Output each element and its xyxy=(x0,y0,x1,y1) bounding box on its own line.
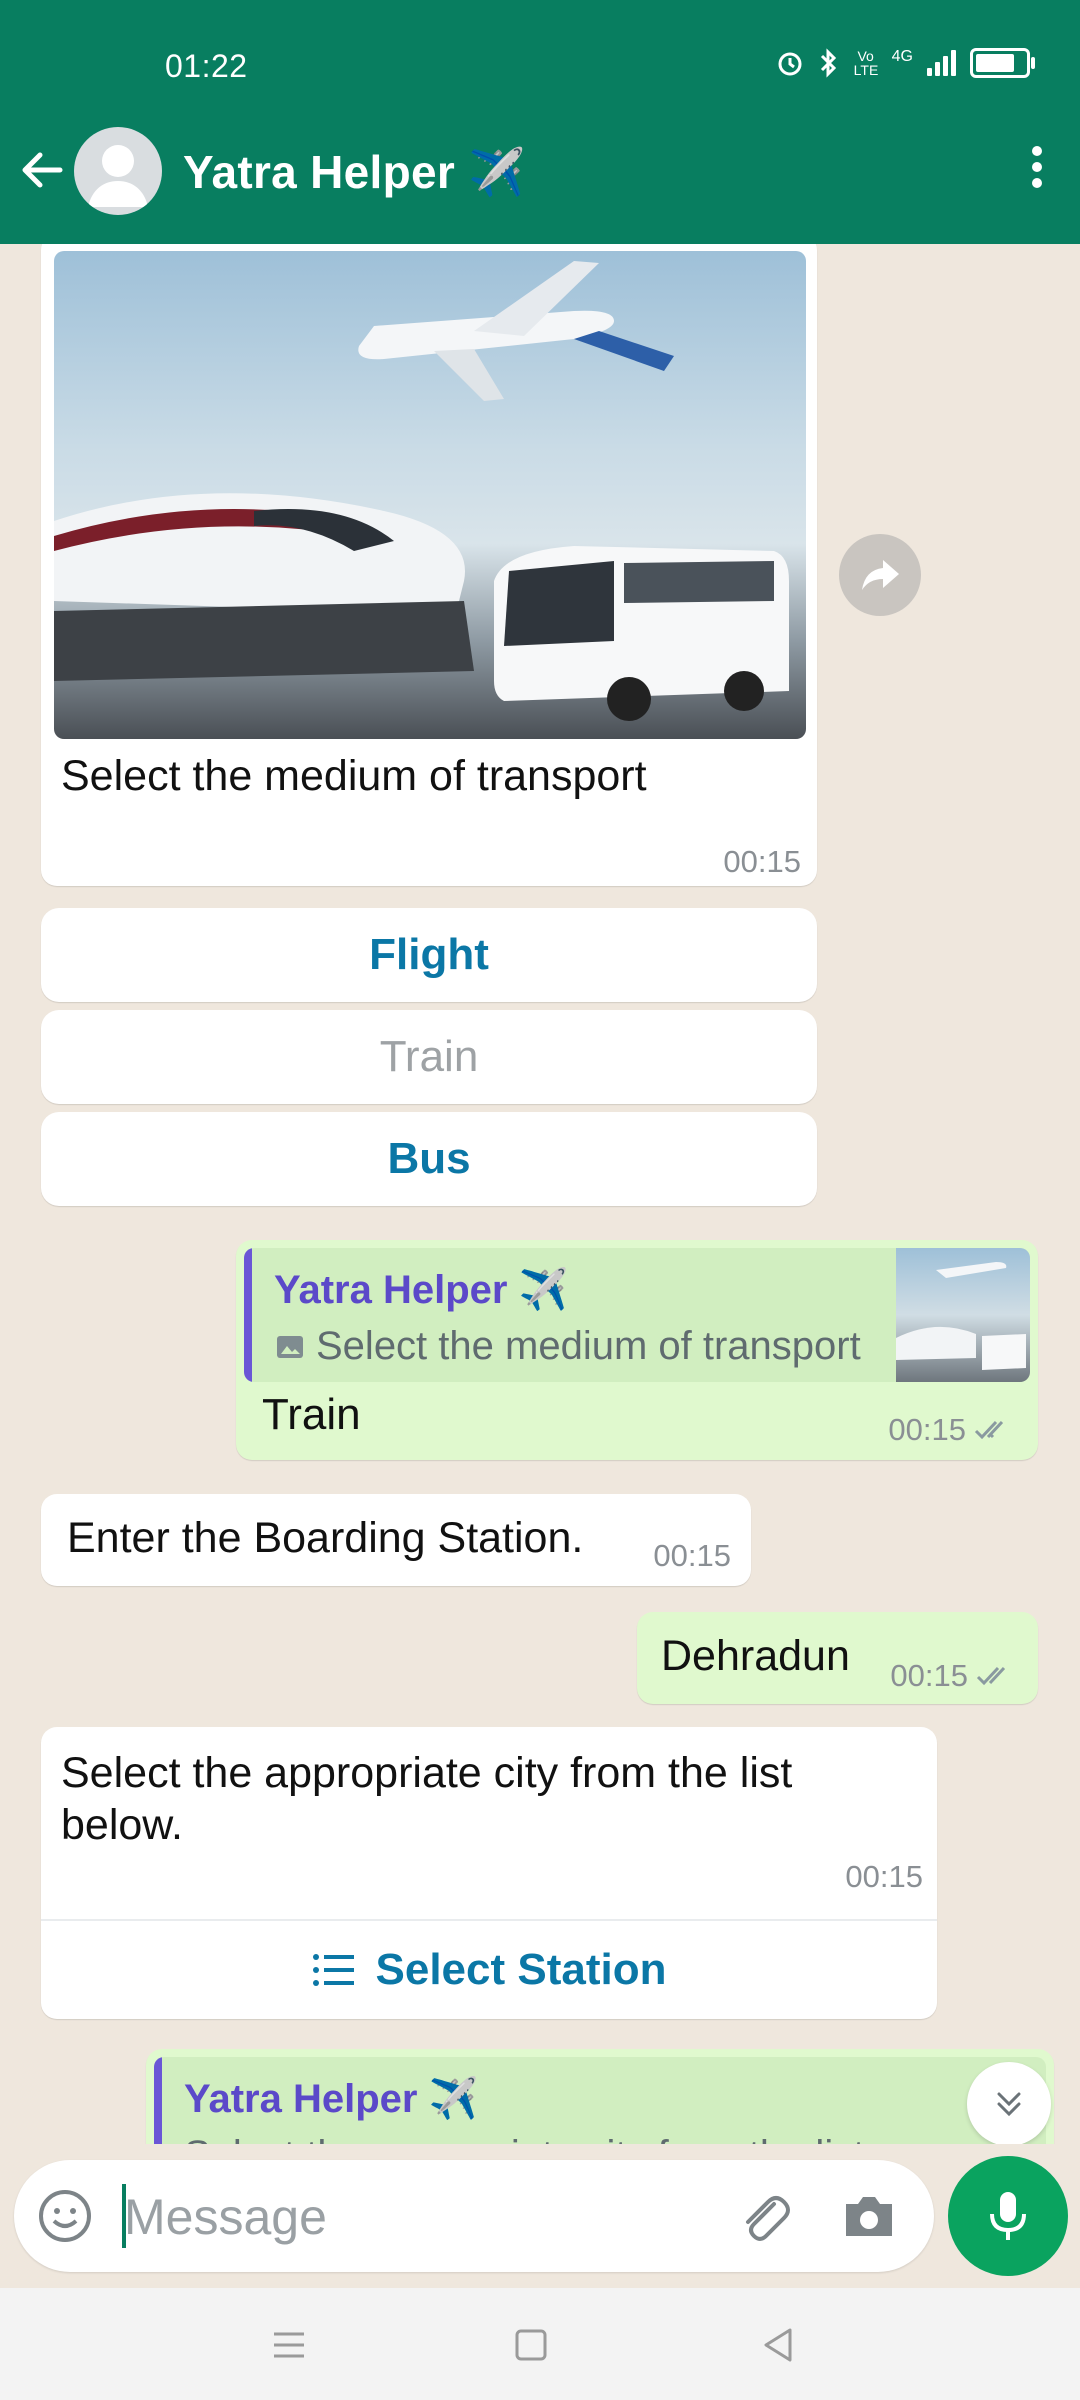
image-message: Select the medium of transport 00:15 xyxy=(41,244,817,886)
quoted-thumbnail xyxy=(896,1248,1030,1382)
quick-reply-flight[interactable]: Flight xyxy=(41,908,817,1002)
select-station-label: Select Station xyxy=(375,1945,667,1994)
image-icon xyxy=(277,1335,303,1358)
quoted-message[interactable]: Yatra Helper ✈️ Select the appropriate c… xyxy=(154,2057,1046,2144)
more-options-icon[interactable] xyxy=(1014,140,1060,200)
signal-icon xyxy=(927,50,956,76)
quoted-message[interactable]: Yatra Helper ✈️ Select the medium of tra… xyxy=(244,1248,1030,1382)
double-check-icon xyxy=(974,1420,1004,1440)
network-label: 4G xyxy=(891,48,913,65)
bluetooth-icon xyxy=(820,48,836,78)
outgoing-message: Dehradun 00:15 xyxy=(637,1612,1038,1704)
chat-area: Select the medium of transport 00:15 Fli… xyxy=(0,244,1080,2144)
message-text: Enter the Boarding Station. xyxy=(67,1514,584,1562)
transport-illustration xyxy=(54,261,789,721)
avatar[interactable] xyxy=(74,127,162,215)
reply-message: Yatra Helper ✈️ Select the medium of tra… xyxy=(236,1240,1038,1460)
incoming-message: Enter the Boarding Station. 00:15 xyxy=(41,1494,751,1586)
message-composer xyxy=(14,2160,934,2272)
quoted-sender: Yatra Helper ✈️ xyxy=(274,1268,569,1312)
quoted-sender: Yatra Helper ✈️ xyxy=(184,2077,479,2121)
profile-placeholder-icon xyxy=(88,145,148,207)
back-icon[interactable] xyxy=(752,2318,806,2372)
list-icon xyxy=(312,1954,354,1986)
scroll-to-bottom-button[interactable] xyxy=(967,2062,1051,2144)
message-time: 00:15 xyxy=(723,844,801,879)
transport-image[interactable] xyxy=(54,251,806,739)
volte-label: Vo LTE xyxy=(853,48,879,78)
app-header: 01:22 Vo LTE 4G Yatra Helper ✈️ xyxy=(0,0,1080,244)
home-icon[interactable] xyxy=(504,2318,558,2372)
forward-icon xyxy=(862,560,899,590)
message-text: Dehradun xyxy=(661,1632,850,1680)
message-input[interactable] xyxy=(122,2178,686,2256)
message-text: Select the appropriate city from the lis… xyxy=(61,1749,793,1849)
message-time: 00:15 xyxy=(653,1538,731,1573)
alarm-icon xyxy=(778,52,802,76)
forward-button[interactable] xyxy=(839,534,921,616)
reply-message: Yatra Helper ✈️ Select the appropriate c… xyxy=(146,2049,1054,2144)
system-navigation-bar xyxy=(0,2288,1080,2400)
microphone-button[interactable] xyxy=(948,2156,1068,2276)
chevron-double-down-icon xyxy=(997,2092,1021,2117)
attachment-icon[interactable] xyxy=(732,2186,792,2246)
chat-title[interactable]: Yatra Helper ✈️ xyxy=(183,145,526,200)
double-check-icon xyxy=(976,1666,1006,1686)
battery-icon xyxy=(970,48,1035,78)
message-time: 00:15 xyxy=(890,1658,968,1693)
emoji-icon[interactable] xyxy=(36,2187,94,2245)
quick-reply-bus[interactable]: Bus xyxy=(41,1112,817,1206)
status-icons: Vo LTE 4G xyxy=(776,48,1035,78)
recent-apps-icon[interactable] xyxy=(262,2318,316,2372)
quoted-text: Select the medium of transport xyxy=(316,1324,861,1368)
quick-reply-train: Train xyxy=(41,1010,817,1104)
list-message: Select the appropriate city from the lis… xyxy=(41,1727,937,2019)
quoted-text: Select the appropriate city from the lis… xyxy=(184,2133,864,2144)
image-caption: Select the medium of transport xyxy=(61,752,647,800)
status-time: 01:22 xyxy=(165,48,248,84)
select-station-button[interactable]: Select Station xyxy=(41,1921,937,2019)
back-arrow-icon[interactable] xyxy=(16,144,68,196)
microphone-icon xyxy=(990,2192,1026,2240)
camera-icon[interactable] xyxy=(840,2188,898,2246)
message-text: Train xyxy=(262,1390,361,1439)
message-time: 00:15 xyxy=(845,1859,923,1894)
message-time: 00:15 xyxy=(888,1412,966,1447)
